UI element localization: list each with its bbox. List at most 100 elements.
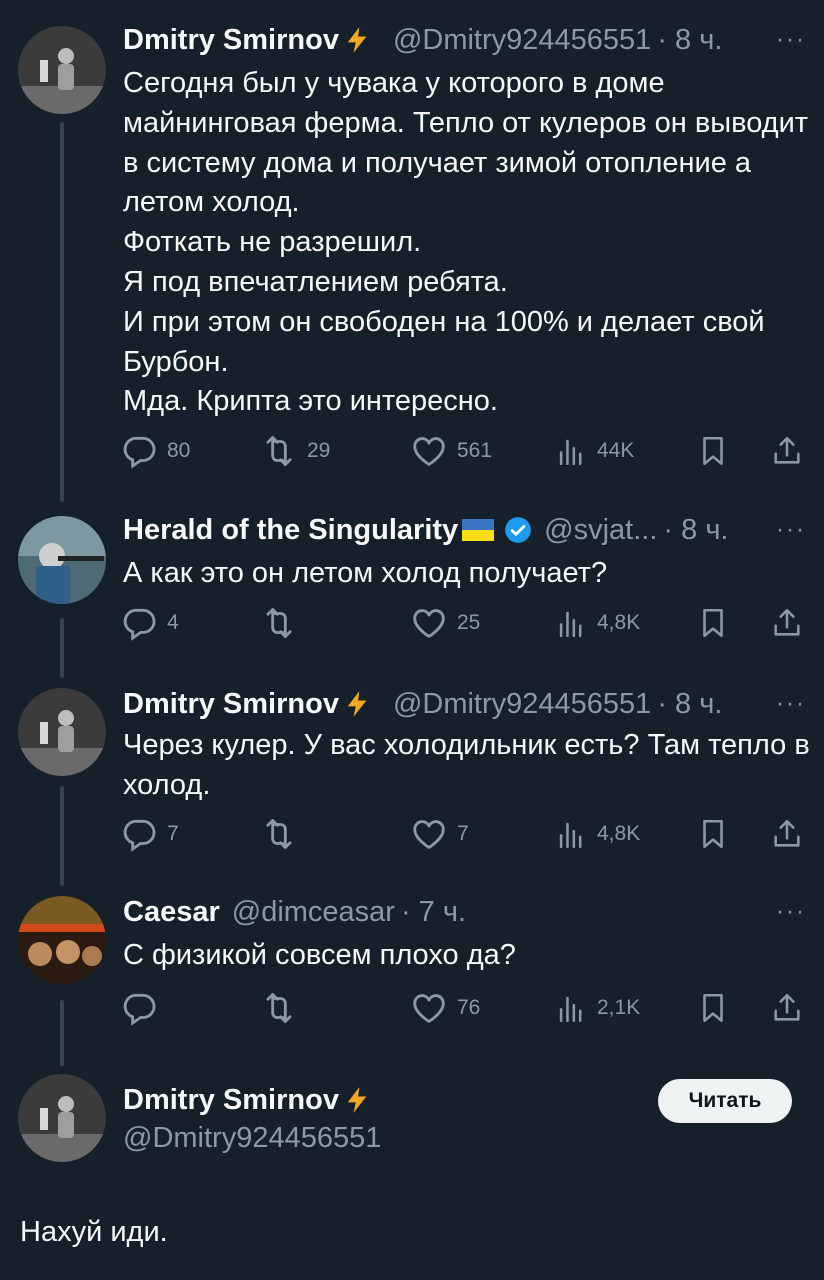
tweet-text: Сегодня был у чувака у которого в доме м… [123,67,809,418]
tweet-text: А как это он летом холод получает? [123,557,608,589]
lightning-icon [343,1086,371,1114]
more-options-icon[interactable]: ··· [776,516,806,544]
bookmark-icon [696,606,730,640]
views-button[interactable]: 44K [554,431,634,471]
avatar[interactable] [18,896,106,984]
bookmark-icon [696,991,730,1025]
repost-icon [260,989,298,1027]
avatar[interactable] [18,1074,106,1162]
tweet-actions: 4 25 4,8K [120,603,810,643]
more-options-icon[interactable]: ··· [776,690,806,718]
like-count: 25 [457,611,481,634]
timestamp[interactable]: · 8 ч. [657,688,722,721]
view-count: 4,8K [597,611,641,634]
lightning-icon [343,690,371,718]
tweet[interactable]: Dmitry Smirnov @Dmitry924456551 · 8 ч. ·… [0,670,824,880]
like-button[interactable]: 76 [410,988,480,1028]
author-handle[interactable]: @Dmitry924456551 [393,688,651,721]
author-name[interactable]: Dmitry Smirnov [123,1084,339,1117]
tweet[interactable]: Dmitry Smirnov @Dmitry924456551 · 8 ч. ·… [0,0,824,500]
repost-button[interactable] [260,603,307,643]
main-tweet-text: Нахуй иди. [20,1216,168,1248]
like-count: 76 [457,996,481,1019]
repost-button[interactable] [260,814,307,854]
views-button[interactable]: 4,8K [554,603,640,643]
author-name[interactable]: Dmitry Smirnov [123,24,339,57]
reply-count: 4 [167,611,179,634]
view-count: 4,8K [597,822,641,845]
verified-badge-icon [504,516,532,544]
follow-button[interactable]: Читать [658,1079,792,1123]
share-icon [770,817,804,851]
heart-icon [410,604,448,642]
reply-button[interactable]: 7 [120,814,179,854]
avatar[interactable] [18,688,106,776]
like-count: 7 [457,822,469,845]
avatar[interactable] [18,516,106,604]
bookmark-button[interactable] [696,814,730,854]
repost-icon [260,604,298,642]
views-icon [554,817,588,851]
share-icon [770,434,804,468]
tweet[interactable]: Caesar @dimceasar · 7 ч. ··· С физикой с… [0,880,824,1060]
share-icon [770,606,804,640]
share-button[interactable] [770,814,804,854]
bookmark-button[interactable] [696,603,730,643]
tweet-actions: 76 2,1K [120,988,810,1028]
like-count: 561 [457,439,493,462]
reply-button[interactable]: 80 [120,431,190,471]
share-button[interactable] [770,603,804,643]
repost-icon [260,815,298,853]
like-button[interactable]: 25 [410,603,480,643]
reply-count: 80 [167,439,191,462]
reply-count: 7 [167,822,179,845]
views-icon [554,434,588,468]
more-options-icon[interactable]: ··· [776,898,806,926]
avatar[interactable] [18,26,106,114]
author-handle[interactable]: @Dmitry924456551 [393,24,651,57]
reply-button[interactable] [120,988,167,1028]
reply-button[interactable]: 4 [120,603,179,643]
repost-icon [260,432,298,470]
view-count: 2,1K [597,996,641,1019]
author-handle[interactable]: @dimceasar [232,896,395,929]
tweet-text: С физикой совсем плохо да? [123,939,516,971]
bookmark-button[interactable] [696,431,730,471]
more-options-icon[interactable]: ··· [776,26,806,54]
reply-icon [120,432,158,470]
repost-button[interactable]: 29 [260,431,330,471]
timestamp[interactable]: · 7 ч. [401,896,466,929]
share-button[interactable] [770,988,804,1028]
like-button[interactable]: 7 [410,814,469,854]
heart-icon [410,432,448,470]
reply-icon [120,604,158,642]
reply-icon [120,989,158,1027]
author-name[interactable]: Dmitry Smirnov [123,688,339,721]
author-handle[interactable]: @Dmitry924456551 [123,1122,381,1155]
lightning-icon [343,26,371,54]
author-name[interactable]: Caesar [123,896,220,929]
bookmark-button[interactable] [696,988,730,1028]
repost-count: 29 [307,439,331,462]
like-button[interactable]: 561 [410,431,492,471]
tweet-actions: 7 7 4,8K [120,814,810,854]
view-count: 44K [597,439,635,462]
tweet-actions: 80 29 561 44K [120,431,810,471]
views-icon [554,991,588,1025]
views-icon [554,606,588,640]
views-button[interactable]: 4,8K [554,814,640,854]
author-name[interactable]: Herald of the Singularity [123,514,458,547]
ukraine-flag-icon [462,519,495,541]
repost-button[interactable] [260,988,307,1028]
timestamp[interactable]: · 8 ч. [663,514,728,547]
tweet[interactable]: Herald of the Singularity @svjat... · 8 … [0,500,824,670]
author-handle[interactable]: @svjat... [544,514,657,547]
heart-icon [410,989,448,1027]
share-icon [770,991,804,1025]
views-button[interactable]: 2,1K [554,988,640,1028]
reply-icon [120,815,158,853]
bookmark-icon [696,434,730,468]
share-button[interactable] [770,431,804,471]
heart-icon [410,815,448,853]
timestamp[interactable]: · 8 ч. [657,24,722,57]
